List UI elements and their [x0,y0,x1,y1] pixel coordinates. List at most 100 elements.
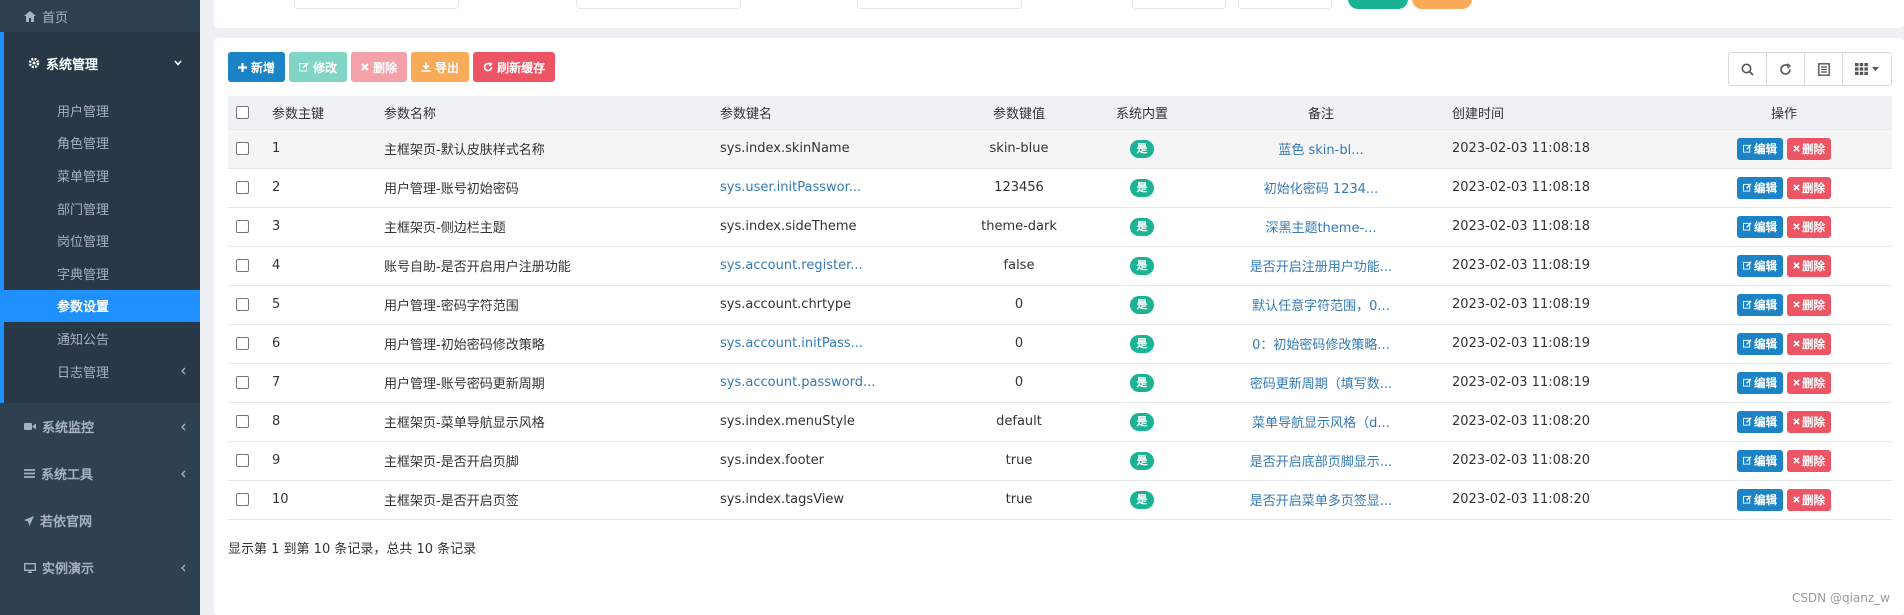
row-delete-button[interactable]: 删除 [1787,293,1831,316]
table-row[interactable]: 4 账号自助-是否开启用户注册功能 sys.account.register... f… [228,246,1892,286]
row-delete-button[interactable]: 删除 [1787,410,1831,433]
row-select-cell[interactable] [228,285,264,325]
table-row[interactable]: 9 主框架页-是否开启页脚 sys.index.footer true 是 是否开启底部页… [228,441,1892,481]
row-checkbox[interactable] [236,376,249,389]
row-edit-button[interactable]: 编辑 [1737,410,1783,433]
sidebar-sub-item[interactable]: 菜单管理 [4,159,200,192]
row-checkbox[interactable] [236,220,249,233]
row-edit-button[interactable]: 编辑 [1737,449,1783,472]
header-remark[interactable]: 备注 [1198,96,1444,130]
cell-remark[interactable]: 初始化密码 1234... [1198,168,1444,208]
row-checkbox[interactable] [236,493,249,506]
table-row[interactable]: 1 主框架页-默认皮肤样式名称 sys.index.skinName skin-blu… [228,129,1892,169]
search-input-date-end[interactable] [1238,0,1332,9]
cell-remark[interactable]: 默认任意字符范围，0... [1198,285,1444,325]
row-edit-button[interactable]: 编辑 [1737,215,1783,238]
row-select-cell[interactable] [228,168,264,208]
nav-group-system-header[interactable]: 系统管理 [4,32,200,94]
row-checkbox[interactable] [236,454,249,467]
row-edit-button[interactable]: 编辑 [1737,293,1783,316]
cell-key[interactable]: sys.account.initPass... [712,324,952,364]
search-input-type[interactable] [857,0,1022,9]
header-key[interactable]: 参数键名 [712,96,952,130]
nav-item-home[interactable]: 首页 [0,0,200,32]
row-delete-button[interactable]: 删除 [1787,488,1831,511]
refresh-table-button[interactable] [1766,52,1805,86]
sidebar-sub-item[interactable]: 字典管理 [4,257,200,290]
sidebar-sub-item[interactable]: 日志管理 [4,355,200,388]
row-select-cell[interactable] [228,246,264,286]
header-name[interactable]: 参数名称 [376,96,712,130]
row-checkbox[interactable] [236,259,249,272]
export-button[interactable]: 导出 [411,52,470,82]
header-value[interactable]: 参数键值 [952,96,1086,130]
cell-remark[interactable]: 蓝色 skin-bl... [1198,129,1444,169]
cell-remark[interactable]: 菜单导航显示风格（d... [1198,402,1444,442]
row-checkbox[interactable] [236,415,249,428]
row-delete-button[interactable]: 删除 [1787,176,1831,199]
table-row[interactable]: 8 主框架页-菜单导航显示风格 sys.index.menuStyle default… [228,402,1892,442]
header-select-all[interactable] [228,96,264,130]
row-checkbox[interactable] [236,337,249,350]
cell-key[interactable]: sys.account.register... [712,246,952,286]
row-checkbox[interactable] [236,142,249,155]
row-delete-button[interactable]: 删除 [1787,371,1831,394]
row-edit-button[interactable]: 编辑 [1737,371,1783,394]
cell-remark[interactable]: 是否开启注册用户功能... [1198,246,1444,286]
sidebar-sub-item[interactable]: 角色管理 [4,127,200,160]
cell-key[interactable]: sys.account.password... [712,363,952,403]
search-input-key[interactable] [576,0,741,9]
cell-remark[interactable]: 是否开启菜单多页签显... [1198,480,1444,520]
sidebar-sub-item[interactable]: 部门管理 [4,192,200,225]
table-row[interactable]: 6 用户管理-初始密码修改策略 sys.account.initPass... 0 是 0… [228,324,1892,364]
header-created[interactable]: 创建时间 [1444,96,1676,130]
table-row[interactable]: 10 主框架页-是否开启页签 sys.index.tagsView true 是 是否开启… [228,480,1892,520]
reset-button[interactable] [1412,0,1472,9]
toggle-search-button[interactable] [1728,52,1767,86]
row-select-cell[interactable] [228,402,264,442]
header-builtin[interactable]: 系统内置 [1086,96,1198,130]
row-delete-button[interactable]: 删除 [1787,449,1831,472]
table-row[interactable]: 2 用户管理-账号初始密码 sys.user.initPasswor... 12345… [228,168,1892,208]
cell-remark[interactable]: 密码更新周期（填写数... [1198,363,1444,403]
search-input-name[interactable] [294,0,459,9]
cell-key[interactable]: sys.user.initPasswor... [712,168,952,208]
cell-remark[interactable]: 0：初始密码修改策略... [1198,324,1444,364]
cell-remark[interactable]: 深黑主题theme-... [1198,207,1444,247]
row-edit-button[interactable]: 编辑 [1737,488,1783,511]
row-delete-button[interactable]: 删除 [1787,137,1831,160]
row-checkbox[interactable] [236,181,249,194]
search-input-date-start[interactable] [1132,0,1226,9]
header-id[interactable]: 参数主键 [264,96,376,130]
delete-button[interactable]: 删除 [351,52,408,82]
sidebar-item[interactable]: 若依官网 [0,497,200,544]
row-edit-button[interactable]: 编辑 [1737,176,1783,199]
row-delete-button[interactable]: 删除 [1787,215,1831,238]
sidebar-sub-item[interactable]: 用户管理 [4,94,200,127]
row-select-cell[interactable] [228,441,264,481]
sidebar-item[interactable]: 系统监控 [0,403,200,450]
toggle-view-button[interactable] [1804,52,1843,86]
row-select-cell[interactable] [228,129,264,169]
table-row[interactable]: 7 用户管理-账号密码更新周期 sys.account.password... 0 是 密… [228,363,1892,403]
sidebar-sub-item[interactable]: 通知公告 [4,322,200,355]
select-all-checkbox[interactable] [236,105,249,119]
cell-remark[interactable]: 是否开启底部页脚显示... [1198,441,1444,481]
sidebar-sub-item[interactable]: 岗位管理 [4,224,200,257]
sidebar-item[interactable]: 实例演示 [0,544,200,591]
columns-button[interactable] [1842,52,1892,86]
row-select-cell[interactable] [228,363,264,403]
row-delete-button[interactable]: 删除 [1787,254,1831,277]
refresh-cache-button[interactable]: 刷新缓存 [473,52,556,82]
row-edit-button[interactable]: 编辑 [1737,137,1783,160]
row-delete-button[interactable]: 删除 [1787,332,1831,355]
table-row[interactable]: 3 主框架页-侧边栏主题 sys.index.sideTheme theme-dark… [228,207,1892,247]
row-checkbox[interactable] [236,298,249,311]
row-edit-button[interactable]: 编辑 [1737,332,1783,355]
row-edit-button[interactable]: 编辑 [1737,254,1783,277]
sidebar-item[interactable]: 系统工具 [0,450,200,497]
sidebar-sub-item[interactable]: 参数设置 [4,289,200,323]
row-select-cell[interactable] [228,207,264,247]
table-row[interactable]: 5 用户管理-密码字符范围 sys.account.chrtype 0 是 默认任意字符范… [228,285,1892,325]
edit-button[interactable]: 修改 [289,52,348,82]
